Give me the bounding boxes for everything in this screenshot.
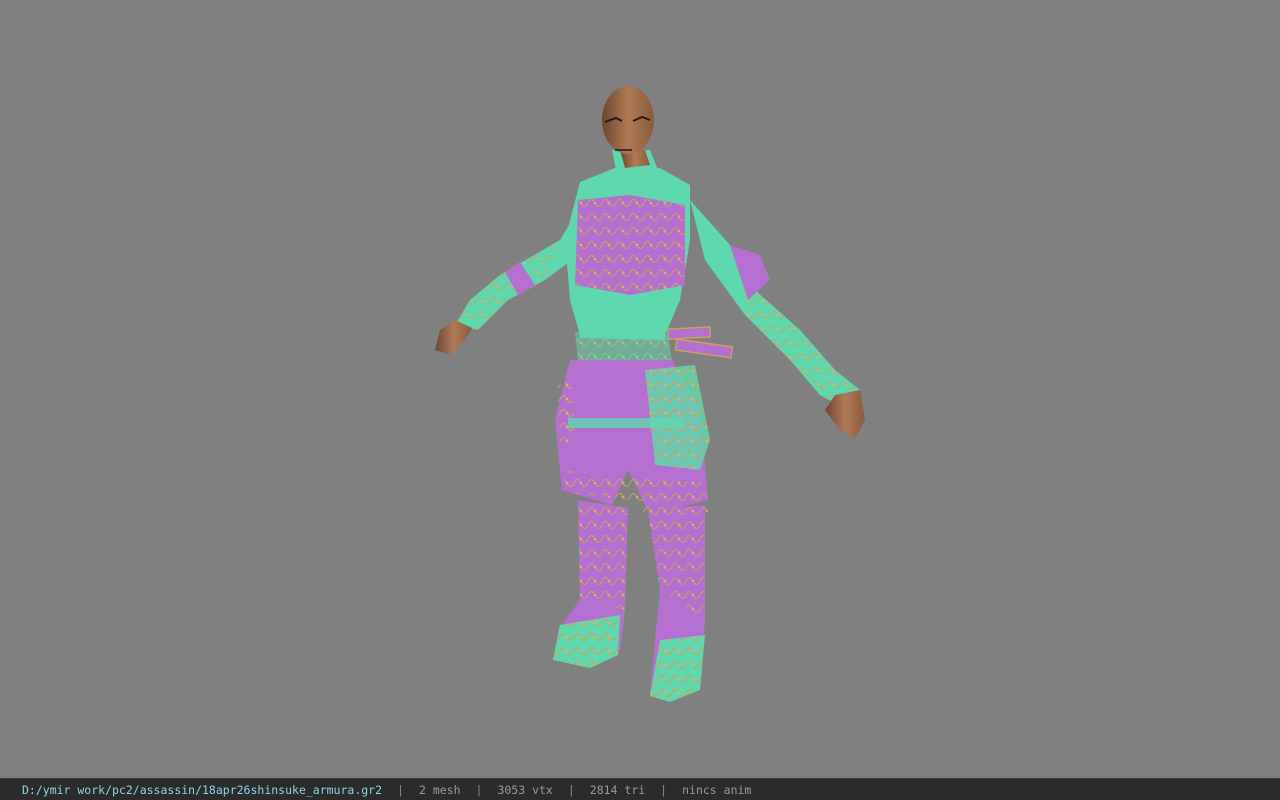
right-boot bbox=[648, 505, 705, 702]
triangle-count: 2814 tri bbox=[589, 782, 646, 797]
separator: | bbox=[397, 782, 404, 797]
right-arm bbox=[690, 200, 865, 438]
left-arm bbox=[435, 190, 590, 355]
left-boot bbox=[553, 500, 628, 668]
3d-viewport[interactable] bbox=[0, 0, 1280, 778]
separator: | bbox=[660, 782, 668, 797]
mesh-count: 2 mesh bbox=[418, 782, 461, 797]
scabbard bbox=[666, 326, 734, 359]
animation-status: nincs anim bbox=[682, 782, 752, 797]
character-model bbox=[435, 86, 865, 702]
status-bar: D:/ymir work/pc2/assassin/18apr26shinsuk… bbox=[0, 778, 1280, 800]
separator: | bbox=[475, 782, 483, 797]
file-path: D:/ymir work/pc2/assassin/18apr26shinsuk… bbox=[22, 782, 383, 797]
vertex-count: 3053 vtx bbox=[497, 782, 553, 797]
pants bbox=[555, 360, 710, 518]
separator: | bbox=[567, 782, 575, 797]
